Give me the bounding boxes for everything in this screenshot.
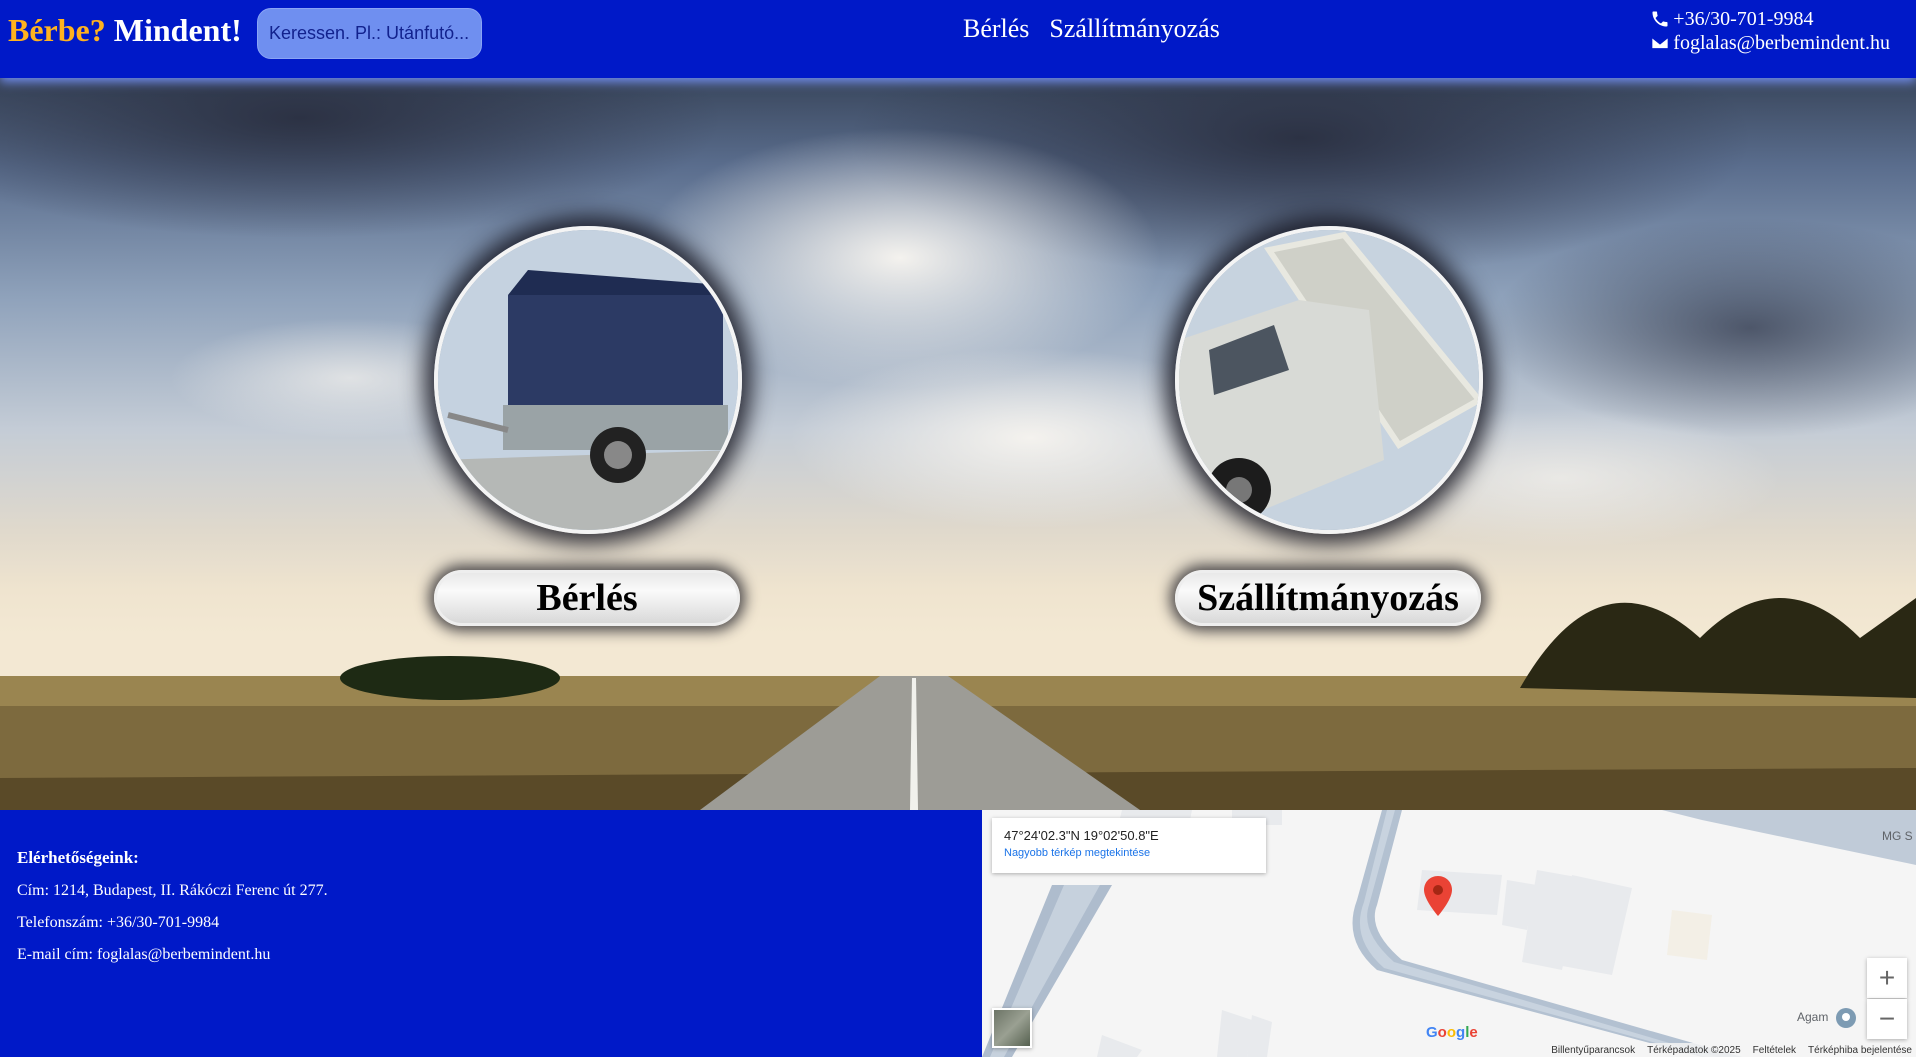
logo-question: Bérbe? xyxy=(8,12,106,48)
search-input[interactable]: Keressen. Pl.: Utánfutó... xyxy=(257,8,482,59)
phone-icon xyxy=(1652,11,1668,27)
map-info-card: 47°24'02.3"N 19°02'50.8"E Nagyobb térkép… xyxy=(992,818,1266,873)
map-attribution: Billentyűparancsok Térképadatok ©2025 Fe… xyxy=(1547,1043,1916,1057)
contact-phone: Telefonszám: +36/30-701-9984 xyxy=(17,914,220,931)
map-data-text: Térképadatok ©2025 xyxy=(1647,1044,1741,1056)
keyboard-shortcuts-link[interactable]: Billentyűparancsok xyxy=(1551,1045,1635,1056)
map-label-mg: MG S xyxy=(1882,829,1913,843)
google-logo: Google xyxy=(1426,1024,1478,1041)
envelope-icon xyxy=(1651,36,1670,50)
tipper-truck-image xyxy=(1179,230,1479,530)
header-phone[interactable]: +36/30-701-9984 xyxy=(1650,7,1890,31)
main-nav: Bérlés Szállítmányozás xyxy=(963,14,1220,44)
szallitmanyozas-image-button[interactable] xyxy=(1175,226,1483,534)
larger-map-link[interactable]: Nagyobb térkép megtekintése xyxy=(1004,847,1254,859)
satellite-toggle-button[interactable] xyxy=(992,1008,1032,1048)
terms-link[interactable]: Feltételek xyxy=(1753,1045,1796,1056)
search-placeholder: Keressen. Pl.: Utánfutó... xyxy=(269,23,470,43)
contact-email: E-mail cím: foglalas@berbemindent.hu xyxy=(17,946,271,963)
contact-section: Elérhetőségeink: Cím: 1214, Budapest, II… xyxy=(0,810,982,1057)
zoom-out-button[interactable]: − xyxy=(1867,999,1907,1039)
trailer-image xyxy=(438,230,738,530)
report-error-link[interactable]: Térképhiba bejelentése xyxy=(1808,1045,1912,1056)
map-label-agam: Agam xyxy=(1797,1010,1829,1024)
map-coordinates: 47°24'02.3"N 19°02'50.8"E xyxy=(1004,828,1159,843)
header-contact: +36/30-701-9984 foglalas@berbemindent.hu xyxy=(1650,7,1890,55)
zoom-in-button[interactable]: + xyxy=(1867,958,1907,998)
site-logo[interactable]: Bérbe? Mindent! xyxy=(8,12,242,49)
berles-button[interactable]: Bérlés xyxy=(434,570,740,626)
map-pin-icon[interactable] xyxy=(1424,876,1452,916)
google-map-embed[interactable]: MG S Agam 47°24'02.3"N 19°02'50.8"E Nagy… xyxy=(982,810,1916,1057)
header-phone-text: +36/30-701-9984 xyxy=(1673,8,1814,30)
contact-address: Cím: 1214, Budapest, II. Rákóczi Ferenc … xyxy=(17,882,328,899)
hero-section: Bérlés Szállítmányozás xyxy=(0,78,1916,810)
site-header: Bérbe? Mindent! Keressen. Pl.: Utánfutó.… xyxy=(0,0,1916,78)
nav-link-szallitmanyozas[interactable]: Szállítmányozás xyxy=(1049,14,1219,44)
berles-image-button[interactable] xyxy=(434,226,742,534)
contact-heading: Elérhetőségeink: xyxy=(17,848,139,867)
nav-link-berles[interactable]: Bérlés xyxy=(963,14,1029,44)
header-email[interactable]: foglalas@berbemindent.hu xyxy=(1650,31,1890,55)
place-icon[interactable] xyxy=(1834,1006,1858,1030)
szallitmanyozas-button[interactable]: Szállítmányozás xyxy=(1175,570,1481,626)
logo-mindent: Mindent! xyxy=(105,12,242,48)
header-email-text: foglalas@berbemindent.hu xyxy=(1673,32,1890,54)
sky-road-background xyxy=(0,78,1916,810)
